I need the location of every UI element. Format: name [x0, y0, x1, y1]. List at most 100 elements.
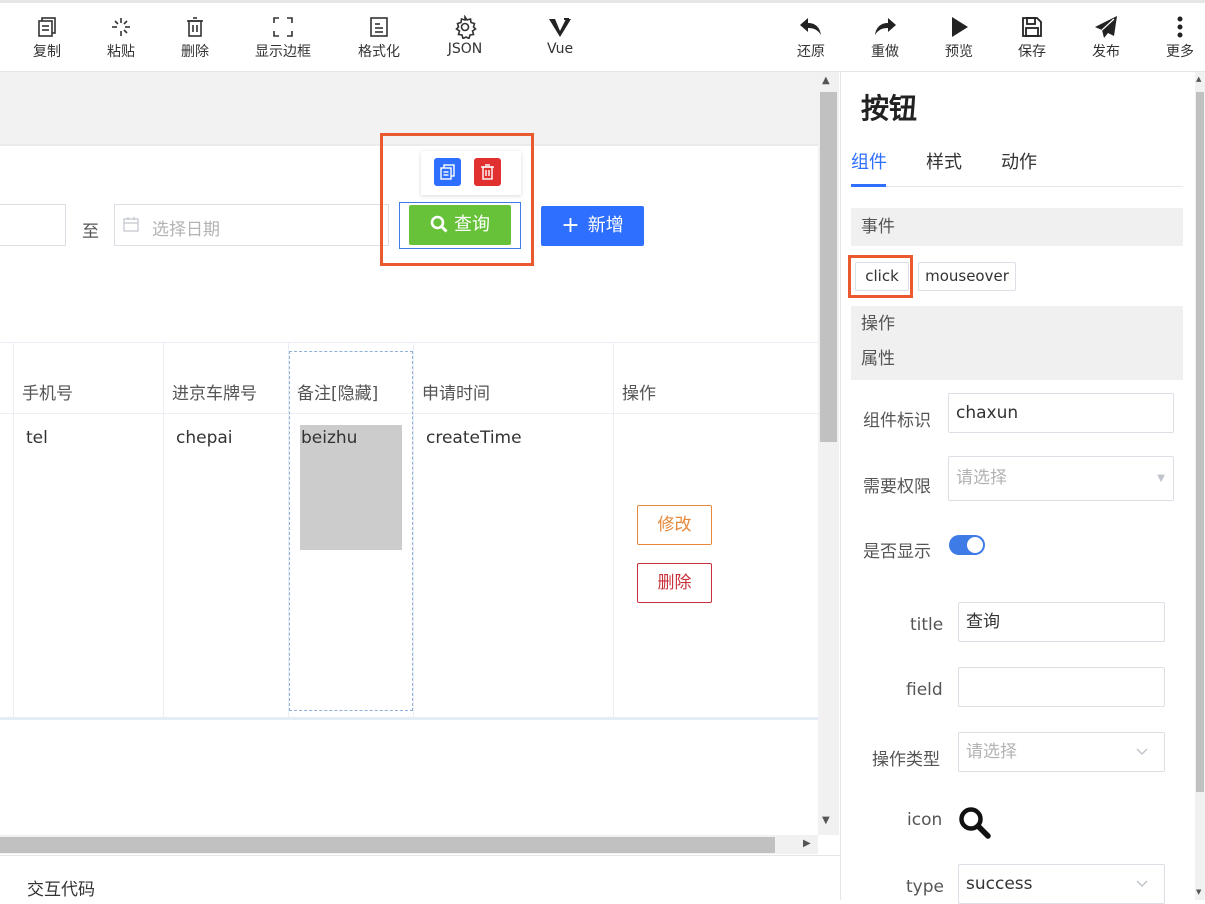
permission-placeholder: 请选择 [956, 468, 1007, 488]
edit-button[interactable]: 修改 [637, 505, 712, 545]
undo-label: 还原 [797, 44, 825, 60]
id-input[interactable]: chaxun [948, 393, 1174, 433]
gear-icon [430, 11, 500, 41]
field-label: field [906, 680, 943, 700]
properties-section-header[interactable]: 属性 [861, 343, 1183, 380]
icon-label: icon [907, 810, 943, 830]
more-label: 更多 [1166, 44, 1194, 60]
interaction-code-label: 交互代码 [27, 880, 95, 900]
operation-type-label: 操作类型 [872, 750, 940, 770]
panel-title: 按钮 [861, 92, 918, 125]
delete-component-button[interactable] [474, 158, 501, 186]
copy-button[interactable]: 复制 [12, 11, 82, 71]
play-icon [924, 11, 994, 41]
publish-label: 发布 [1092, 44, 1120, 60]
column-header-remark[interactable]: 备注[隐藏] [297, 379, 378, 404]
chevron-down-icon [1136, 880, 1148, 888]
save-icon [997, 11, 1067, 41]
visible-toggle-knob [967, 537, 983, 553]
query-button[interactable]: 查询 [409, 205, 511, 245]
copy-component-button[interactable] [434, 158, 461, 186]
operation-type-placeholder: 请选择 [966, 742, 1017, 762]
row-delete-button[interactable]: 删除 [637, 563, 712, 603]
tab-component[interactable]: 组件 [851, 148, 887, 174]
save-label: 保存 [1018, 44, 1046, 60]
scroll-down-arrow[interactable]: ▼ [822, 815, 830, 826]
end-date-input[interactable]: 选择日期 [114, 204, 389, 246]
redo-icon [850, 11, 920, 41]
event-mouseover[interactable]: mouseover [918, 262, 1016, 291]
visible-label: 是否显示 [863, 542, 931, 562]
json-button[interactable]: JSON [430, 11, 500, 71]
column-header-plate[interactable]: 进京车牌号 [172, 379, 257, 404]
scroll-right-arrow[interactable]: ▶ [803, 838, 811, 849]
save-button[interactable]: 保存 [997, 11, 1067, 71]
copy-icon [12, 11, 82, 41]
canvas-vertical-scroll-thumb[interactable] [820, 92, 837, 442]
sections-block: 操作 属性 [851, 306, 1183, 380]
cell-beizhu: beizhu [301, 428, 358, 448]
operation-type-select[interactable]: 请选择 [958, 732, 1165, 772]
date-placeholder: 选择日期 [152, 220, 220, 240]
paste-icon [86, 11, 156, 41]
preview-button[interactable]: 预览 [924, 11, 994, 71]
title-label: title [910, 615, 944, 635]
field-input[interactable] [958, 667, 1165, 707]
column-header-actions[interactable]: 操作 [622, 379, 656, 404]
panel-vertical-scroll-thumb[interactable] [1196, 92, 1204, 792]
cell-tel: tel [26, 428, 48, 448]
column-header-phone[interactable]: 手机号 [22, 379, 73, 404]
search-icon[interactable] [958, 806, 992, 840]
canvas-horizontal-scroll-thumb[interactable] [0, 837, 775, 853]
active-tab-indicator [851, 184, 886, 187]
tab-style[interactable]: 样式 [926, 148, 962, 174]
table-column [13, 343, 14, 718]
operations-section-header[interactable]: 操作 [861, 306, 1183, 343]
event-click-highlight [848, 255, 913, 298]
show-border-button[interactable]: 显示边框 [248, 11, 318, 71]
format-button[interactable]: 格式化 [344, 11, 414, 71]
table-column [163, 343, 164, 718]
toolbar: 复制 粘贴 删除 显示边框 格式化 JSON Vue 还原 重做 预览 保存 发… [0, 0, 1205, 72]
title-input[interactable]: 查询 [958, 602, 1165, 642]
paste-button[interactable]: 粘贴 [86, 11, 156, 71]
paste-label: 粘贴 [107, 44, 135, 60]
vue-label: Vue [546, 41, 574, 57]
show-border-label: 显示边框 [255, 44, 311, 60]
type-select[interactable]: success [958, 864, 1165, 904]
send-icon [1071, 11, 1141, 41]
redo-label: 重做 [871, 44, 899, 60]
add-button[interactable]: + 新增 [541, 206, 644, 246]
design-canvas[interactable]: 至 选择日期 查询 + 新增 手机号 进京车牌号 备注[隐藏] 申请时间 操作 t… [0, 72, 818, 835]
vue-icon [525, 11, 595, 41]
component-mini-toolbar [421, 151, 521, 195]
column-header-apply-time[interactable]: 申请时间 [422, 379, 490, 404]
panel-scroll-down-arrow[interactable]: ▼ [1196, 888, 1201, 896]
copy-label: 复制 [33, 44, 61, 60]
scroll-up-arrow[interactable]: ▲ [822, 75, 830, 86]
cell-chepai: chepai [176, 428, 233, 448]
undo-button[interactable]: 还原 [776, 11, 846, 71]
events-section-header[interactable]: 事件 [851, 208, 1183, 246]
add-label: 新增 [587, 215, 624, 236]
tab-action[interactable]: 动作 [1001, 148, 1037, 174]
data-table: 手机号 进京车牌号 备注[隐藏] 申请时间 操作 tel chepai beiz… [0, 342, 818, 720]
query-label: 查询 [454, 214, 490, 235]
more-icon [1145, 11, 1205, 41]
publish-button[interactable]: 发布 [1071, 11, 1141, 71]
redo-button[interactable]: 重做 [850, 11, 920, 71]
start-date-input[interactable] [0, 204, 66, 246]
format-icon [344, 11, 414, 41]
trash-icon [481, 164, 494, 180]
tab-divider [851, 186, 1183, 187]
interaction-code-bar[interactable]: 交互代码 [0, 855, 840, 900]
panel-scroll-up-arrow[interactable]: ▲ [1196, 75, 1201, 83]
delete-button[interactable]: 删除 [160, 11, 230, 71]
range-separator: 至 [82, 222, 99, 242]
more-button[interactable]: 更多 [1145, 11, 1205, 71]
chevron-down-icon [1136, 748, 1148, 756]
permission-select[interactable]: 请选择 ▼ [948, 456, 1174, 501]
format-label: 格式化 [358, 44, 400, 60]
preview-label: 预览 [945, 44, 973, 60]
vue-button[interactable]: Vue [525, 11, 595, 71]
